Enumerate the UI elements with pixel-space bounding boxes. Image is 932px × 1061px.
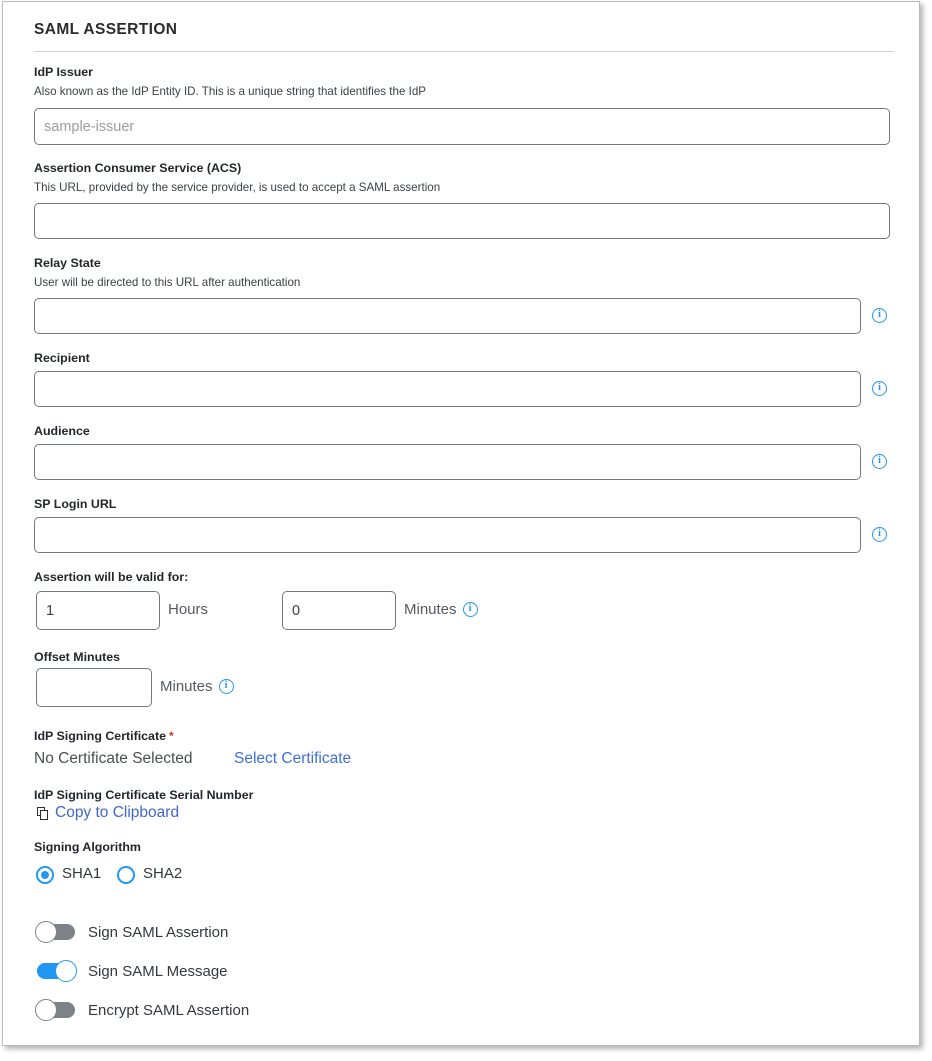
toggle-sign-saml-assertion[interactable] [37,924,75,940]
signing-algorithm-label: Signing Algorithm [34,840,141,854]
info-icon[interactable]: i [219,679,234,694]
toggle-sign-saml-message-label: Sign SAML Message [88,963,228,980]
radio-indicator [36,866,54,884]
relay-state-label: Relay State [34,256,101,270]
idp-issuer-input[interactable] [34,108,890,145]
toggle-knob [35,921,57,943]
idp-issuer-label: IdP Issuer [34,65,93,79]
recipient-input[interactable] [34,371,861,407]
required-asterisk: * [169,729,174,743]
copy-to-clipboard-link[interactable]: Copy to Clipboard [55,804,179,822]
copy-icon-front [40,810,48,820]
radio-sha2-label: SHA2 [143,865,182,882]
info-icon[interactable]: i [463,602,478,617]
copy-icon[interactable] [37,807,50,820]
certificate-label-text: IdP Signing Certificate [34,729,166,743]
sp-login-url-label: SP Login URL [34,497,116,511]
validity-hours-input[interactable] [36,591,160,630]
recipient-label: Recipient [34,351,90,365]
toggle-knob [35,999,57,1021]
acs-input[interactable] [34,203,890,239]
page-title: SAML ASSERTION [34,21,177,39]
audience-label: Audience [34,424,90,438]
minutes-unit-label: Minutes [404,601,457,618]
offset-minutes-label: Offset Minutes [34,650,120,664]
radio-sha1-label: SHA1 [62,865,101,882]
toggle-sign-saml-message[interactable] [37,963,75,979]
idp-signing-certificate-label: IdP Signing Certificate* [34,729,174,743]
toggle-encrypt-saml-assertion-label: Encrypt SAML Assertion [88,1002,249,1019]
select-certificate-link[interactable]: Select Certificate [234,750,351,768]
idp-issuer-help: Also known as the IdP Entity ID. This is… [34,85,426,98]
relay-state-input[interactable] [34,298,861,334]
acs-help: This URL, provided by the service provid… [34,181,440,194]
toggle-knob [55,960,77,982]
offset-unit-wrap: Minutes i [160,678,234,695]
sp-login-url-input[interactable] [34,517,861,553]
minutes-unit-wrap: Minutes i [404,601,478,618]
relay-state-help: User will be directed to this URL after … [34,276,300,289]
audience-input[interactable] [34,444,861,480]
acs-label: Assertion Consumer Service (ACS) [34,161,241,175]
info-icon[interactable]: i [872,381,887,396]
assertion-validity-label: Assertion will be valid for: [34,570,188,584]
info-icon[interactable]: i [872,527,887,542]
offset-minutes-input[interactable] [36,668,152,707]
title-divider [34,51,894,52]
hours-unit-label: Hours [168,601,208,618]
certificate-serial-label: IdP Signing Certificate Serial Number [34,788,253,802]
validity-minutes-input[interactable] [282,591,396,630]
info-icon[interactable]: i [872,308,887,323]
toggle-encrypt-saml-assertion[interactable] [37,1002,75,1018]
info-icon[interactable]: i [872,454,887,469]
toggle-sign-saml-assertion-label: Sign SAML Assertion [88,924,228,941]
certificate-status: No Certificate Selected [34,750,193,768]
offset-unit-label: Minutes [160,678,213,695]
saml-assertion-card: SAML ASSERTION IdP Issuer Also known as … [2,1,920,1046]
radio-indicator [117,866,135,884]
